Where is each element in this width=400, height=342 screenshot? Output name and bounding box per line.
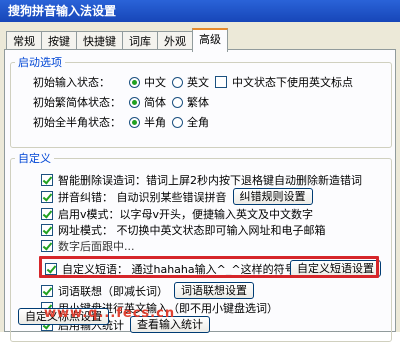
tab-appearance[interactable]: 外观 (157, 31, 193, 51)
radio-halfwidth[interactable] (129, 116, 140, 128)
tab-advanced[interactable]: 高级 (192, 28, 228, 52)
width-row: 初始全半角状态： 半角 全角 (33, 114, 209, 130)
v-mode-label: 启用v模式：以字母v开头，便捷输入英文及中文数字 (58, 208, 314, 221)
word-association-checkbox[interactable] (41, 284, 53, 297)
radio-chinese-label: 中文 (144, 76, 166, 89)
tab-bar: 常规 按键 快捷键 词库 外观 高级 (6, 28, 228, 52)
tab-general[interactable]: 常规 (6, 31, 42, 51)
window-title: 搜狗拼音输入法设置 (0, 0, 400, 22)
smart-delete-checkbox[interactable] (41, 174, 53, 186)
radio-fullwidth-label: 全角 (187, 116, 209, 129)
advanced-panel: 启动选项 初始输入状态： 中文 英文 中文状态下使用英文标点 初始繁简体状态： … (4, 49, 396, 342)
radio-english-label: 英文 (187, 76, 209, 89)
radio-traditional[interactable] (172, 96, 183, 108)
startup-legend: 启动选项 (18, 56, 62, 69)
pinyin-correction-checkbox[interactable] (41, 190, 53, 203)
custom-item-url-mode: 网址模式： 不切换中英文状态即可输入网址和电子邮箱 (41, 222, 326, 238)
radio-simplified-label: 简体 (144, 96, 166, 109)
tab-keys[interactable]: 按键 (41, 31, 77, 51)
watermark-text: www.q...fecs.cn (44, 306, 176, 321)
custom-item-v-mode: 启用v模式：以字母v开头，便捷输入英文及中文数字 (41, 206, 313, 222)
radio-simplified[interactable] (129, 96, 140, 108)
radio-traditional-label: 繁体 (187, 96, 209, 109)
custom-item-pinyin-correction: 拼音纠错： 自动识别某些错误拼音 纠错规则设置 (41, 188, 313, 205)
highlight-box (39, 256, 379, 278)
settings-dialog: 常规 按键 快捷键 词库 外观 高级 启动选项 初始输入状态： 中文 英文 中文… (0, 22, 400, 342)
tab-shortcuts[interactable]: 快捷键 (76, 31, 123, 51)
pinyin-correction-label: 拼音纠错： 自动识别某些错误拼音 (58, 190, 227, 204)
word-association-settings-button[interactable]: 词语联想设置 (174, 282, 254, 299)
word-association-label: 词语联想（即减长词） (58, 284, 168, 298)
custom-item-word-association: 词语联想（即减长词） 词语联想设置 (41, 282, 254, 299)
script-label: 初始繁简体状态： (33, 96, 121, 109)
radio-english[interactable] (172, 76, 183, 88)
custom-legend: 自定义 (18, 152, 51, 165)
width-label: 初始全半角状态： (33, 116, 121, 129)
v-mode-checkbox[interactable] (41, 208, 53, 220)
number-label: 数字后面跟中... (58, 240, 135, 253)
input-state-row: 初始输入状态： 中文 英文 中文状态下使用英文标点 (33, 74, 353, 90)
english-punct-checkbox[interactable] (215, 76, 227, 88)
script-row: 初始繁简体状态： 简体 繁体 (33, 94, 209, 110)
url-mode-checkbox[interactable] (41, 224, 53, 236)
input-state-label: 初始输入状态： (33, 76, 110, 89)
url-mode-label: 网址模式： 不切换中英文状态即可输入网址和电子邮箱 (58, 224, 326, 237)
number-checkbox[interactable] (41, 240, 53, 252)
correction-rules-button[interactable]: 纠错规则设置 (232, 188, 313, 205)
radio-chinese[interactable] (129, 76, 140, 88)
tab-dictionary[interactable]: 词库 (122, 31, 158, 51)
radio-fullwidth[interactable] (172, 116, 183, 128)
english-punct-label: 中文状态下使用英文标点 (232, 76, 353, 89)
radio-halfwidth-label: 半角 (144, 116, 166, 129)
custom-item-smart-delete: 智能删除误造词：错词上屏2秒内按下退格键自动删除新造错词 (41, 172, 362, 188)
custom-item-number: 数字后面跟中... (41, 238, 135, 254)
smart-delete-label: 智能删除误造词：错词上屏2秒内按下退格键自动删除新造错词 (58, 174, 362, 187)
